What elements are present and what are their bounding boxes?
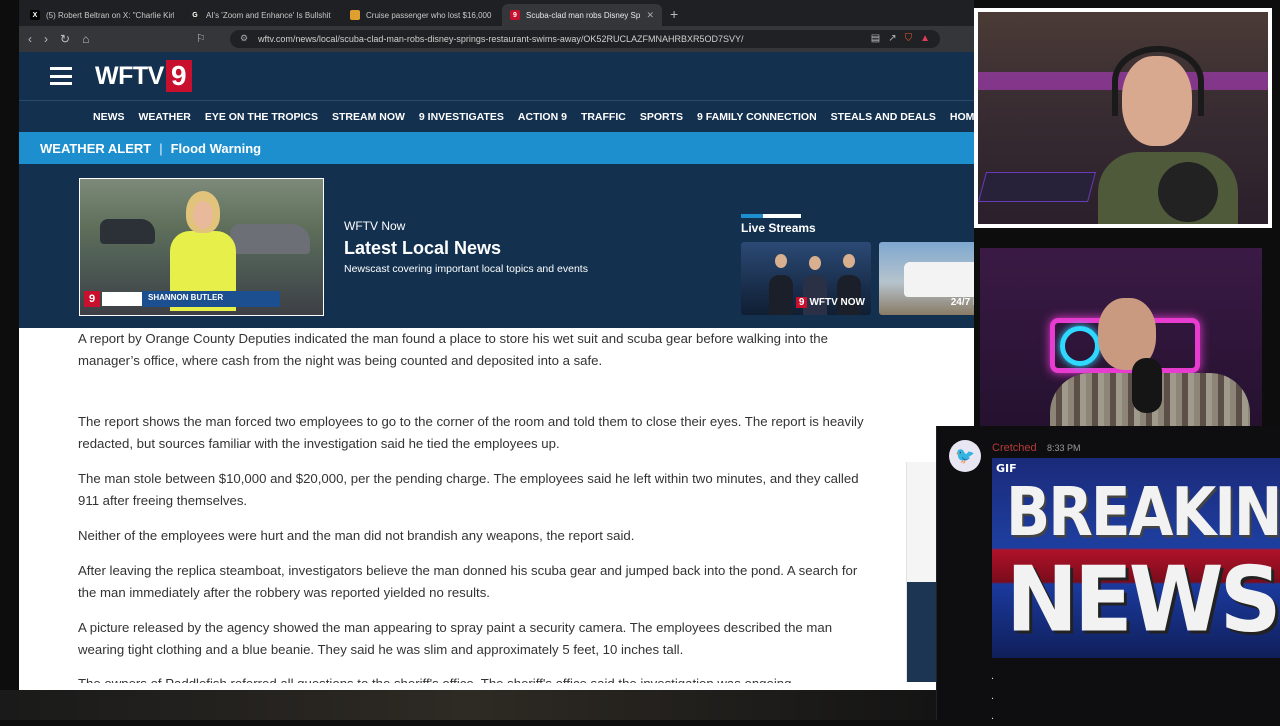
tab-4-active[interactable]: 9 Scuba-clad man robs Disney Sprin ✕ — [502, 4, 662, 26]
chat-dots: . . . — [991, 670, 995, 722]
nav-weather[interactable]: WEATHER — [139, 111, 191, 123]
article-paragraph: After leaving the replica steamboat, inv… — [78, 563, 858, 600]
reader-icon[interactable]: ▤ — [871, 33, 880, 44]
promo-title[interactable]: Latest Local News — [344, 238, 501, 259]
article-paragraph: A report by Orange County Deputies indic… — [78, 331, 828, 368]
main-nav: NEWS WEATHER EYE ON THE TROPICS STREAM N… — [19, 100, 974, 132]
gif-text-line2: NEWS — [1006, 547, 1280, 653]
live-streams-title: Live Streams — [741, 221, 816, 235]
tab-label: (5) Robert Beltran on X: "Charlie Kirk — [46, 10, 174, 20]
close-tab-icon[interactable]: ✕ — [646, 10, 654, 21]
alert-label: WEATHER ALERT — [40, 140, 152, 156]
home-icon[interactable]: ⌂ — [82, 32, 89, 46]
card-label: 9 WFTV NOW — [795, 297, 865, 308]
article-paragraph: The man stole between $10,000 and $20,00… — [78, 471, 859, 508]
nav-traffic[interactable]: TRAFFIC — [581, 111, 626, 123]
brave-rewards-icon[interactable]: ▲ — [920, 33, 930, 44]
g-logo-icon: G — [190, 10, 200, 20]
wftv-9-icon: 9 — [510, 10, 520, 20]
nav-home-experts[interactable]: HOME EXPERTS — [950, 111, 974, 123]
alert-text: Flood Warning — [170, 140, 262, 156]
live-streams-indicator — [741, 214, 801, 218]
brave-shield-icon[interactable]: ⛉ — [905, 33, 913, 44]
url-actions: ▤ ↗ ⛉ ▲ — [871, 33, 930, 44]
share-icon[interactable]: ↗ — [888, 33, 896, 44]
nav-action-9[interactable]: ACTION 9 — [518, 111, 567, 123]
nbc-peacock-icon — [350, 10, 360, 20]
guest-image — [1050, 288, 1250, 434]
promo-subtitle: Newscast covering important local topics… — [344, 263, 588, 275]
nav-news[interactable]: NEWS — [93, 111, 125, 123]
tab-2[interactable]: G AI's 'Zoom and Enhance' Is Bullshit — [182, 4, 342, 26]
live-stream-wftv-now[interactable]: 9 WFTV NOW — [741, 242, 871, 315]
nav-9-investigates[interactable]: 9 INVESTIGATES — [419, 111, 504, 123]
tab-1[interactable]: X (5) Robert Beltran on X: "Charlie Kirk — [22, 4, 182, 26]
address-bar: ‹ › ↻ ⌂ ⚐ ⚙ wftv.com/news/local/scuba-cl… — [19, 26, 974, 52]
user-avatar[interactable]: 🐦 — [949, 440, 981, 472]
nav-9-family-connection[interactable]: 9 FAMILY CONNECTION — [697, 111, 817, 123]
tab-label: Scuba-clad man robs Disney Sprin — [526, 10, 641, 20]
tab-label: Cruise passenger who lost $16,000 gr — [366, 10, 494, 20]
lower-third: 9 SHANNON BUTLER — [80, 289, 280, 309]
webcam-overlay-guest — [980, 248, 1262, 434]
site-header: WFTV 9 — [19, 52, 974, 100]
nav-sports[interactable]: SPORTS — [640, 111, 683, 123]
menu-icon[interactable] — [50, 67, 72, 85]
reload-icon[interactable]: ↻ — [60, 32, 70, 46]
x-logo-icon: X — [30, 10, 40, 20]
wftv-now-promo: 9 SHANNON BUTLER WFTV Now Latest Local N… — [19, 164, 974, 328]
nav-stream-now[interactable]: STREAM NOW — [332, 111, 405, 123]
breaking-news-gif: GIF BREAKING NEWS — [992, 458, 1280, 658]
browser-window: X (5) Robert Beltran on X: "Charlie Kirk… — [19, 0, 974, 690]
article-paragraph: Neither of the employees were hurt and t… — [78, 528, 635, 543]
article-paragraph: The report shows the man forced two empl… — [78, 414, 864, 451]
url-field[interactable]: ⚙ wftv.com/news/local/scuba-clad-man-rob… — [230, 30, 940, 48]
alert-separator: | — [159, 140, 163, 156]
url-text: wftv.com/news/local/scuba-clad-man-robs-… — [258, 34, 744, 44]
new-tab-icon[interactable]: + — [662, 6, 686, 26]
nav-steals-and-deals[interactable]: STEALS AND DEALS — [831, 111, 936, 123]
promo-kicker: WFTV Now — [344, 219, 406, 233]
site-logo[interactable]: WFTV 9 — [95, 60, 192, 92]
logo-number: 9 — [165, 60, 192, 92]
forward-icon[interactable]: › — [44, 32, 48, 46]
chat-timestamp: 8:33 PM — [1047, 443, 1081, 453]
webcam-overlay-top — [974, 8, 1272, 228]
reporter-name: SHANNON BUTLER — [142, 291, 280, 307]
chat-username[interactable]: Cretched — [992, 442, 1037, 454]
back-icon[interactable]: ‹ — [28, 32, 32, 46]
lower-third-logo: 9 — [84, 291, 100, 307]
tab-3[interactable]: Cruise passenger who lost $16,000 gr — [342, 4, 502, 26]
logo-text: WFTV — [95, 61, 164, 90]
gif-text-line1: BREAKING — [1006, 472, 1280, 552]
site-info-icon[interactable]: ⚙ — [240, 33, 248, 44]
promo-video-thumbnail[interactable]: 9 SHANNON BUTLER — [79, 178, 324, 316]
article-paragraph: A picture released by the agency showed … — [78, 620, 833, 657]
article-body: A report by Orange County Deputies indic… — [78, 328, 878, 683]
article-paragraph-partial: The owners of Paddlefish referred all qu… — [78, 673, 878, 683]
tab-label: AI's 'Zoom and Enhance' Is Bullshit — [206, 10, 331, 20]
chat-panel: 🐦 Cretched 8:33 PM GIF BREAKING NEWS . .… — [936, 426, 1280, 722]
live-stream-24-7-news[interactable]: 24/7 NEWS — [879, 242, 974, 315]
bookmark-icon[interactable]: ⚐ — [196, 32, 206, 45]
nav-eye-on-the-tropics[interactable]: EYE ON THE TROPICS — [205, 111, 318, 123]
streamer-image — [1098, 42, 1238, 224]
tab-bar: X (5) Robert Beltran on X: "Charlie Kirk… — [19, 0, 974, 26]
weather-alert-bar[interactable]: WEATHER ALERT | Flood Warning — [19, 132, 974, 164]
desk-background — [0, 690, 936, 720]
card-label: 24/7 NEWS — [950, 297, 974, 308]
